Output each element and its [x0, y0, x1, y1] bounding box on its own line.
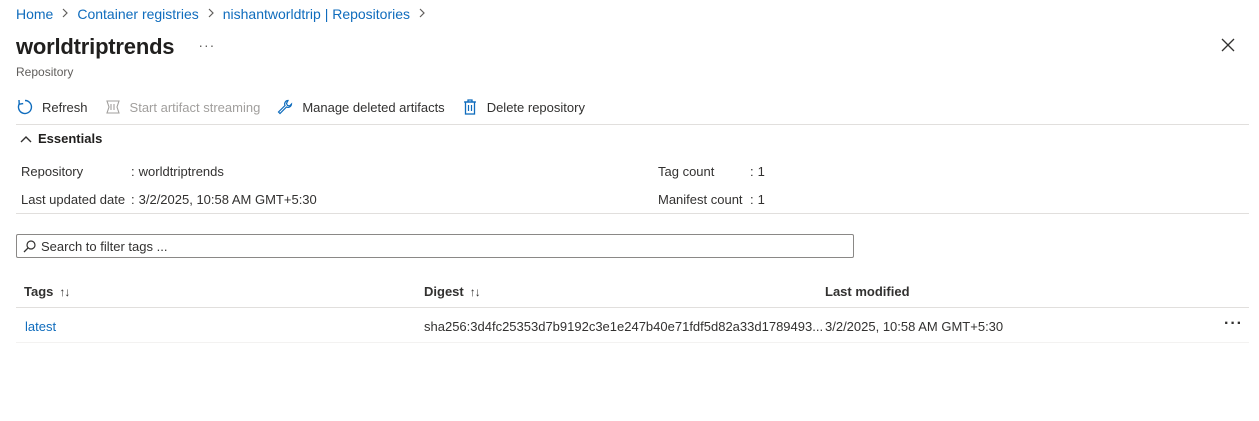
- manifest-count-label: Manifest count: [658, 192, 743, 207]
- column-header-last-modified: Last modified: [825, 284, 910, 299]
- toolbar-divider: [16, 124, 1249, 125]
- wrench-icon: [276, 98, 294, 116]
- filter-tags-input[interactable]: [41, 238, 841, 254]
- page-title: worldtriptrends: [16, 34, 175, 59]
- start-artifact-streaming-button[interactable]: Start artifact streaming: [104, 98, 261, 116]
- table-header: Tags ↑↓ Digest ↑↓ Last modified: [16, 276, 1249, 308]
- column-last-modified-label: Last modified: [825, 284, 910, 299]
- last-updated-label: Last updated date: [21, 192, 126, 207]
- essentials-last-updated: Last updated date:3/2/2025, 10:58 AM GMT…: [21, 192, 317, 207]
- last-modified-cell: 3/2/2025, 10:58 AM GMT+5:30: [825, 319, 1004, 334]
- essentials-tag-count: Tag count:1: [658, 164, 765, 179]
- breadcrumb-home[interactable]: Home: [16, 6, 53, 22]
- trash-icon: [461, 98, 479, 116]
- streaming-icon: [104, 98, 122, 116]
- refresh-button[interactable]: Refresh: [16, 98, 88, 116]
- repository-value: worldtriptrends: [138, 164, 224, 179]
- repository-page: Home Container registries nishantworldtr…: [0, 0, 1259, 421]
- chevron-right-icon: [418, 7, 426, 21]
- start-artifact-streaming-label: Start artifact streaming: [129, 99, 261, 115]
- chevron-right-icon: [207, 7, 215, 21]
- last-updated-value: 3/2/2025, 10:58 AM GMT+5:30: [138, 192, 317, 207]
- column-header-tags[interactable]: Tags ↑↓: [24, 284, 70, 299]
- refresh-label: Refresh: [42, 99, 88, 115]
- delete-repository-button[interactable]: Delete repository: [461, 98, 585, 116]
- essentials-divider: [16, 213, 1249, 214]
- manifest-count-value: 1: [757, 192, 765, 207]
- sort-icon: ↑↓: [59, 284, 70, 299]
- essentials-toggle[interactable]: Essentials: [20, 131, 102, 146]
- page-subtitle: Repository: [16, 65, 74, 79]
- close-button[interactable]: [1221, 38, 1241, 58]
- command-bar: Refresh Start artifact streaming Manage …: [16, 95, 601, 119]
- more-actions-button[interactable]: ···: [198, 37, 215, 53]
- tag-count-label: Tag count: [658, 164, 715, 179]
- sort-icon: ↑↓: [469, 284, 481, 299]
- breadcrumb: Home Container registries nishantworldtr…: [16, 6, 434, 22]
- digest-cell: sha256:3d4fc25353d7b9192c3e1e247b40e71fd…: [424, 319, 824, 334]
- table-row[interactable]: latest sha256:3d4fc25353d7b9192c3e1e247b…: [16, 309, 1249, 343]
- essentials-repository: Repository: worldtriptrends: [21, 164, 224, 179]
- column-header-digest[interactable]: Digest ↑↓: [424, 284, 481, 299]
- breadcrumb-container-registries[interactable]: Container registries: [77, 6, 198, 22]
- title-row: worldtriptrends ···: [16, 34, 215, 60]
- manage-deleted-artifacts-label: Manage deleted artifacts: [302, 99, 445, 115]
- delete-repository-label: Delete repository: [486, 99, 585, 115]
- column-digest-label: Digest: [424, 284, 464, 299]
- refresh-icon: [16, 98, 34, 116]
- search-box: [16, 234, 854, 258]
- row-more-button[interactable]: ···: [1224, 315, 1243, 333]
- manage-deleted-artifacts-button[interactable]: Manage deleted artifacts: [276, 98, 445, 116]
- column-tags-label: Tags: [24, 284, 54, 299]
- breadcrumb-repositories[interactable]: nishantworldtrip | Repositories: [223, 6, 410, 22]
- close-icon: [1221, 38, 1235, 52]
- chevron-up-icon: [20, 135, 32, 142]
- tag-count-value: 1: [757, 164, 765, 179]
- tag-link[interactable]: latest: [25, 319, 56, 334]
- essentials-manifest-count: Manifest count:1: [658, 192, 765, 207]
- repository-label: Repository: [21, 164, 84, 179]
- chevron-right-icon: [61, 7, 69, 21]
- search-icon: [23, 239, 36, 252]
- essentials-label: Essentials: [38, 131, 103, 146]
